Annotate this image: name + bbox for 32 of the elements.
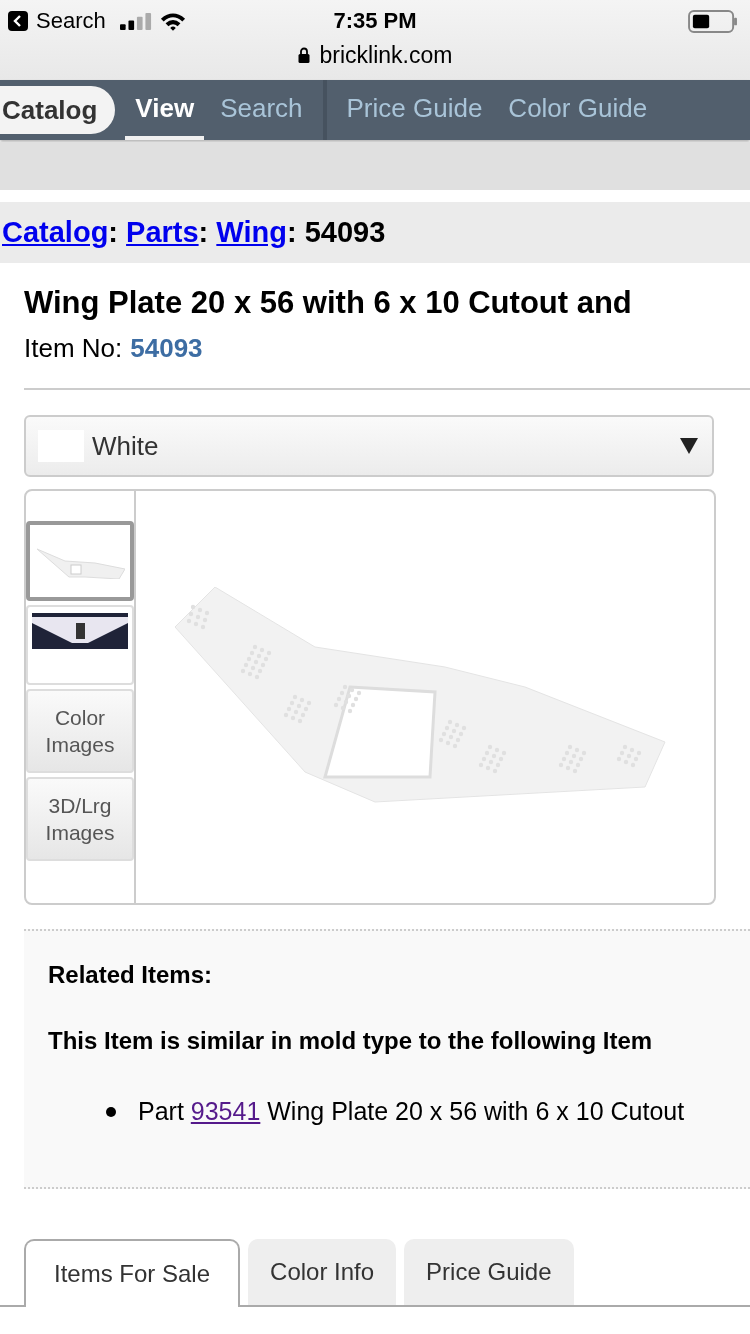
section-tab[interactable]: Items For Sale — [24, 1239, 241, 1307]
related-items-heading: Related Items: — [48, 961, 214, 989]
gallery-button[interactable]: Color Images — [26, 689, 134, 773]
part-link[interactable]: 93541 — [190, 1097, 261, 1125]
lock-icon — [297, 47, 310, 63]
section-tab[interactable]: Price Guide — [404, 1239, 574, 1305]
caret-icon — [680, 438, 698, 454]
bullet-icon — [106, 1106, 116, 1117]
catalog-home-tab[interactable]: Catalog — [0, 86, 116, 134]
color-dropdown[interactable]: White — [24, 415, 714, 477]
section-tab[interactable]: Color Info — [248, 1239, 397, 1305]
breadcrumb-link[interactable]: Parts — [126, 216, 199, 248]
breadcrumb-link[interactable]: Wing — [216, 216, 287, 248]
nav-tab[interactable]: Color Guide — [498, 80, 658, 140]
item-title: Wing Plate 20 x 56 with 6 x 10 Cutout and — [24, 285, 633, 321]
item-number: 54093 — [130, 333, 203, 364]
thumbnail[interactable] — [26, 521, 134, 601]
related-items-intro: This Item is similar in mold type to the following Item — [48, 1027, 654, 1055]
url-text[interactable]: bricklink.com — [319, 41, 453, 69]
back-icon[interactable] — [8, 11, 28, 31]
nav-tab[interactable]: Search — [210, 80, 313, 140]
back-label[interactable]: Search — [36, 8, 106, 34]
time: 7:35 PM — [333, 8, 417, 34]
breadcrumb: Catalog: Parts: Wing: 54093 — [1, 216, 386, 249]
breadcrumb-link[interactable]: Catalog — [2, 216, 109, 248]
nav-tab[interactable]: Price Guide — [336, 80, 493, 140]
battery-icon — [688, 9, 738, 33]
wifi-icon — [159, 11, 186, 31]
gallery-button[interactable]: 3D/Lrg Images — [26, 777, 134, 861]
item-number-label: Item No: — [24, 333, 123, 364]
signal-icon — [119, 12, 152, 30]
related-item: Part 93541 Wing Plate 20 x 56 with 6 x 10 Cutout — [138, 1097, 685, 1126]
